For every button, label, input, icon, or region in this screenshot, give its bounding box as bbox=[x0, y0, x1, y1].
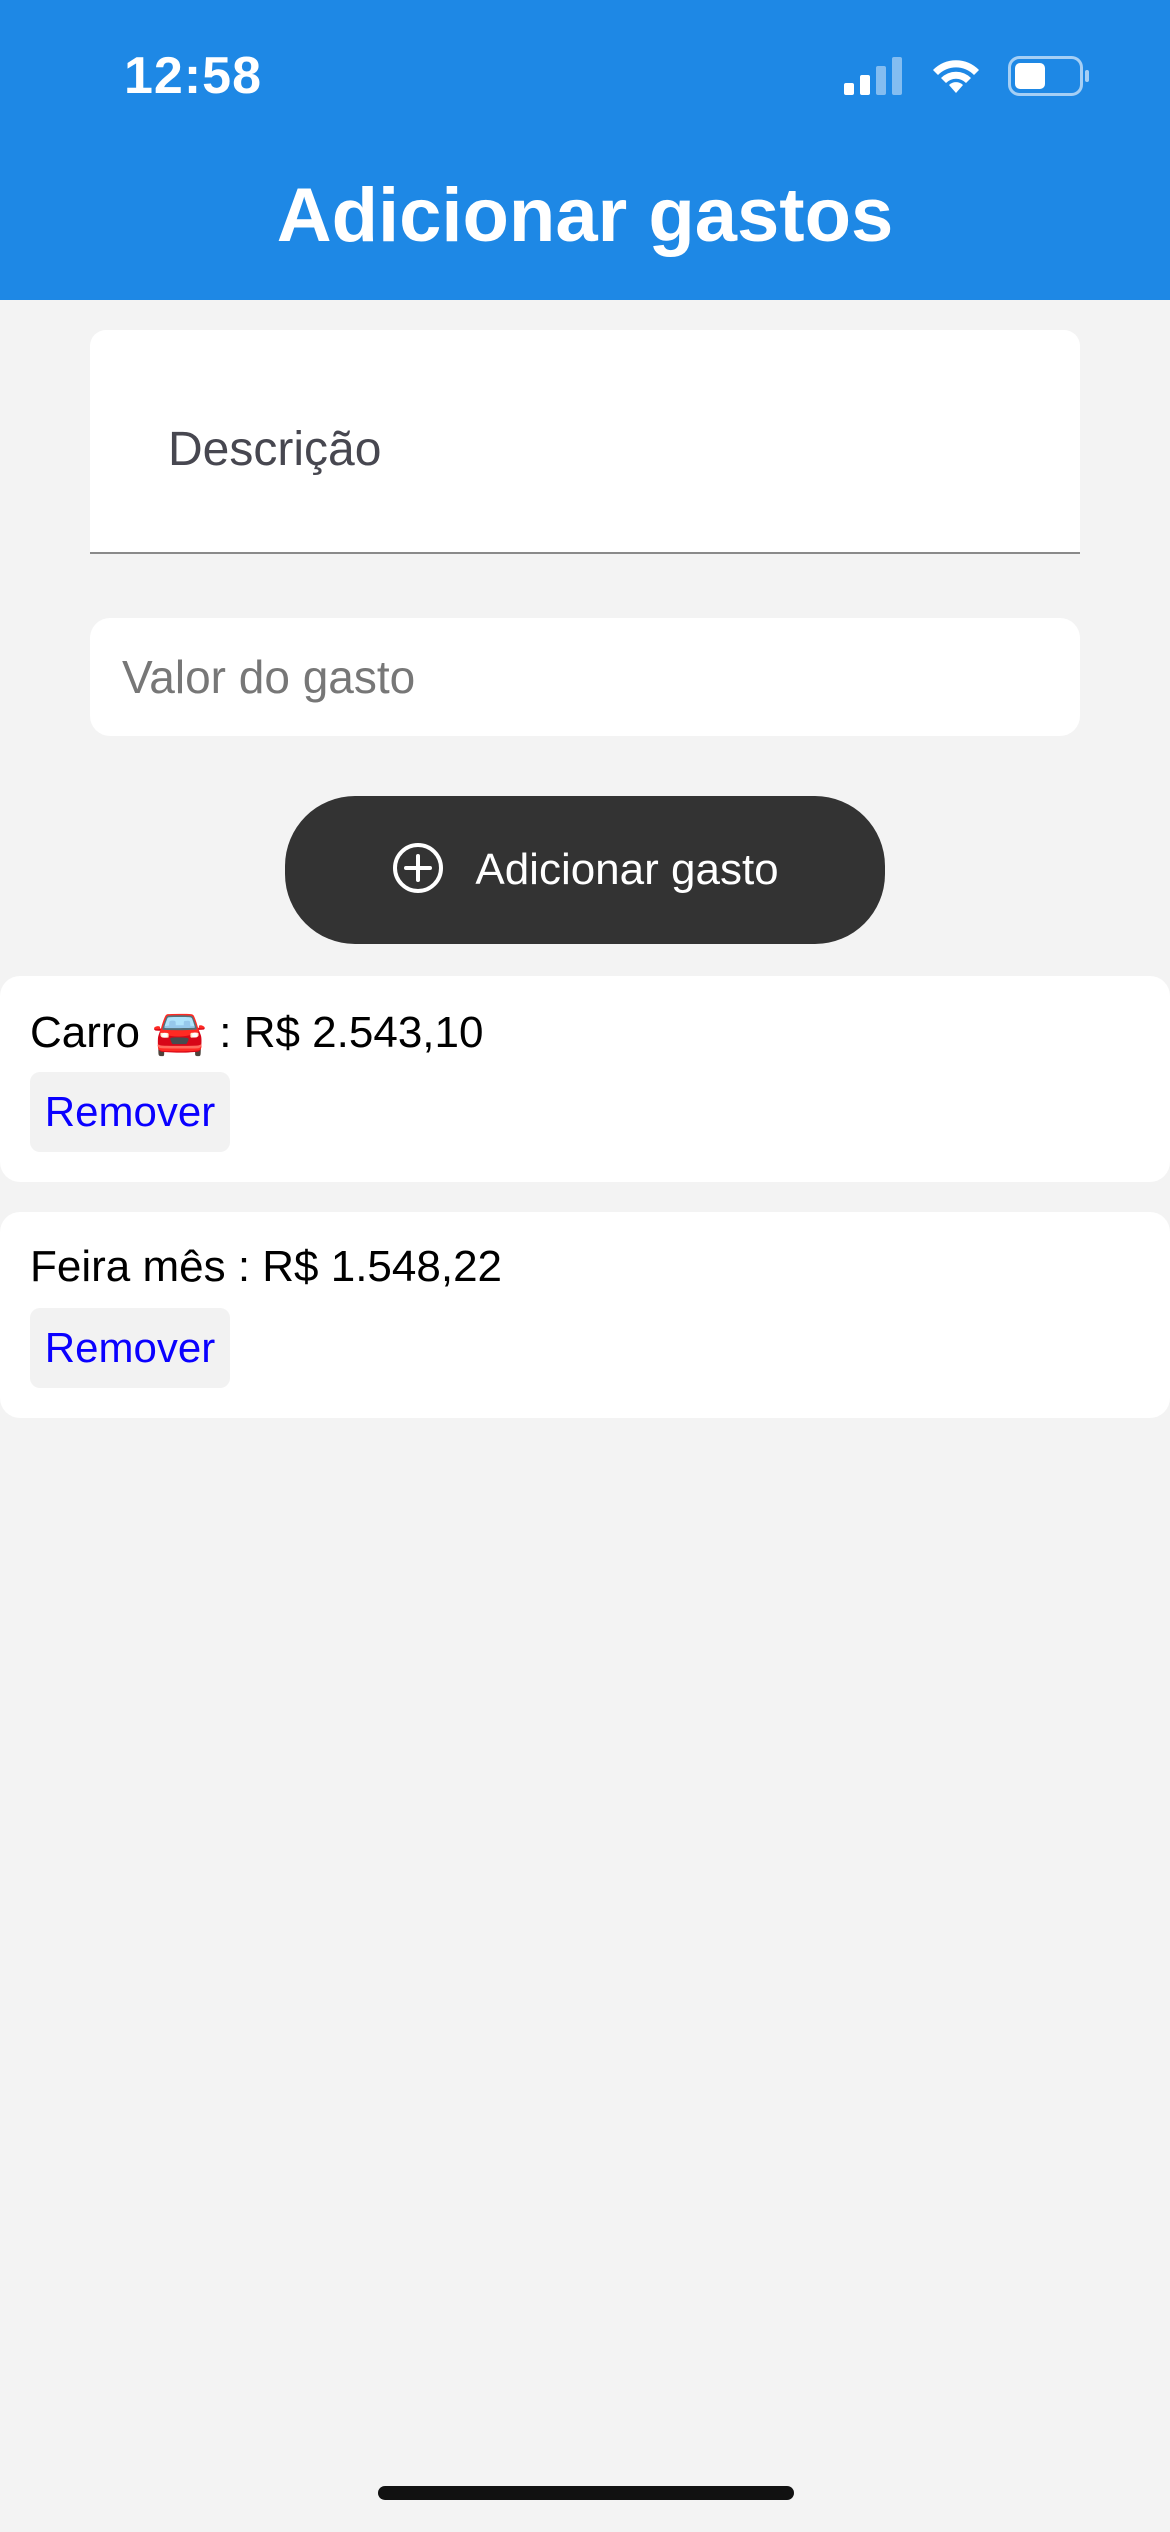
wifi-icon bbox=[930, 57, 982, 100]
signal-icon bbox=[844, 57, 904, 100]
remove-button[interactable]: Remover bbox=[30, 1308, 230, 1388]
app-header: 12:58 Adicionar gastos bbox=[0, 0, 1170, 300]
description-label: Descrição bbox=[168, 423, 382, 476]
expense-text: Feira mês : R$ 1.548,22 bbox=[30, 1242, 503, 1291]
remove-button[interactable]: Remover bbox=[30, 1072, 230, 1152]
expense-text: Carro 🚘 : R$ 2.543,10 bbox=[30, 1008, 484, 1057]
status-time: 12:58 bbox=[124, 47, 262, 105]
plus-circle-icon bbox=[391, 841, 445, 900]
expense-item: Carro 🚘 : R$ 2.543,10 Remover bbox=[0, 976, 1170, 1182]
description-field[interactable]: Descrição bbox=[90, 330, 1080, 554]
home-indicator[interactable] bbox=[378, 2486, 794, 2500]
add-expense-label: Adicionar gasto bbox=[475, 845, 779, 894]
status-icons bbox=[844, 56, 1090, 101]
battery-icon bbox=[1008, 56, 1090, 101]
expense-item: Feira mês : R$ 1.548,22 Remover bbox=[0, 1212, 1170, 1418]
page-title: Adicionar gastos bbox=[276, 173, 894, 258]
add-expense-button[interactable]: Adicionar gasto bbox=[285, 796, 885, 944]
expense-value-input[interactable] bbox=[90, 618, 1080, 736]
